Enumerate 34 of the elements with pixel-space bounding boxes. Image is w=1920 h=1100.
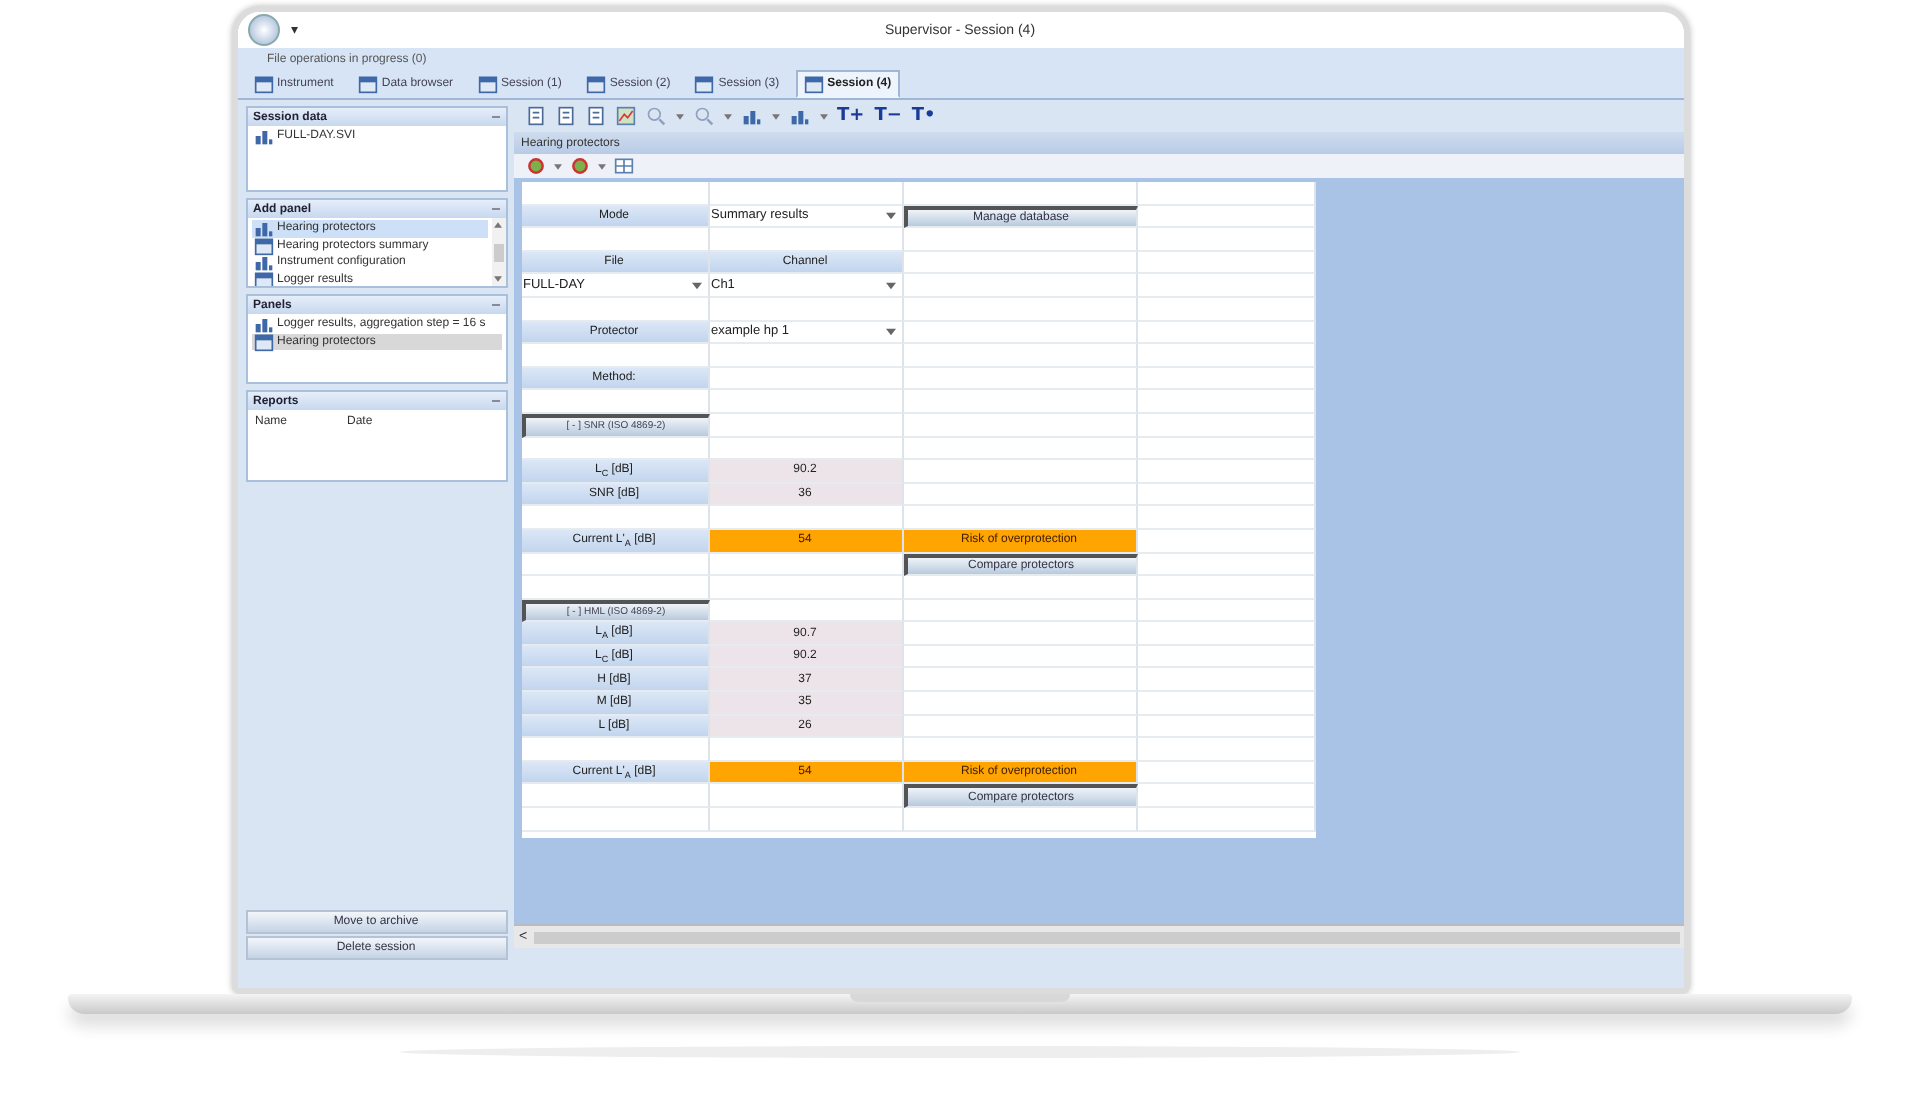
caret-icon <box>885 281 895 290</box>
settings-icon <box>569 156 589 176</box>
dropdown-arrow-icon[interactable] <box>553 163 561 169</box>
text-size-button[interactable]: T• <box>911 106 936 126</box>
scroll-down-icon[interactable] <box>494 276 502 282</box>
settings-icon <box>525 156 545 176</box>
panel-icon <box>253 331 273 352</box>
dropdown-arrow-icon[interactable] <box>771 113 779 119</box>
panel-icon <box>253 269 273 286</box>
bar-chart-icon <box>789 106 809 126</box>
panel-icon <box>253 252 273 273</box>
table-icon <box>613 156 633 176</box>
dropdown-arrow-icon[interactable] <box>723 113 731 119</box>
dropdown-arrow-icon[interactable] <box>819 113 827 119</box>
bar-chart-icon <box>741 106 761 126</box>
panel-icon <box>253 218 273 239</box>
caret-icon <box>691 281 701 290</box>
panel-icon <box>253 314 273 335</box>
chart-icon <box>615 106 635 126</box>
scrollbar[interactable] <box>491 218 505 286</box>
text-size-button[interactable]: T− <box>874 106 902 126</box>
dropdown-arrow-icon[interactable] <box>675 113 683 119</box>
panel-icon <box>253 126 273 147</box>
text-size-button[interactable]: T+ <box>837 106 865 126</box>
zoom-out-icon <box>693 106 713 126</box>
tab-icon <box>803 74 824 94</box>
scroll-up-icon[interactable] <box>494 222 502 228</box>
document-icon <box>525 106 545 126</box>
dropdown-arrow-icon[interactable] <box>597 163 605 169</box>
app-menu-button[interactable] <box>247 14 279 46</box>
panel-icon <box>253 235 273 256</box>
zoom-in-icon <box>645 106 665 126</box>
caret-icon <box>885 327 895 336</box>
caret-icon <box>885 211 895 220</box>
